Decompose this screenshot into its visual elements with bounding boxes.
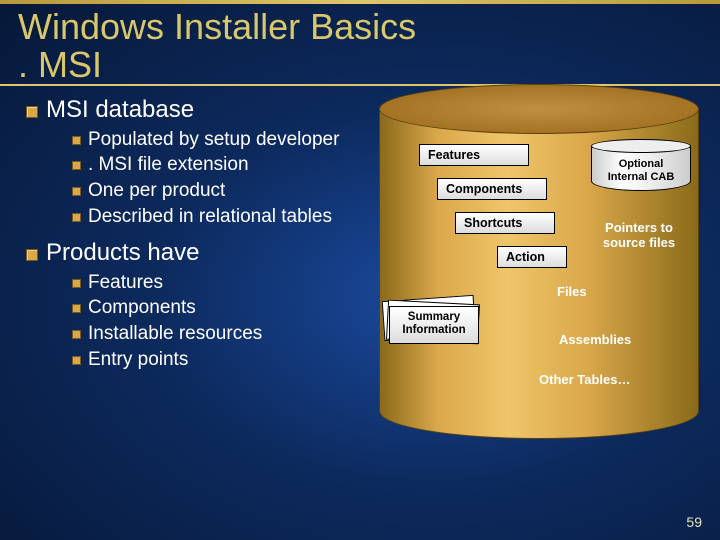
summary-line1: Summary [408, 311, 460, 323]
mini-cyl-body: Optional Internal CAB [591, 147, 691, 191]
bullet-h1-text: MSI database [46, 96, 194, 123]
pointers-line1: Pointers to [605, 220, 673, 235]
sub-bullet: Populated by setup developer [72, 128, 359, 152]
summary-line2: Information [402, 324, 465, 336]
slide-number: 59 [686, 514, 702, 530]
bullet-h2-text: Products have [46, 239, 199, 266]
box-action: Action [497, 246, 567, 268]
bullet-panel: MSI database Populated by setup develope… [14, 92, 359, 532]
label-assemblies: Assemblies [559, 332, 631, 347]
label-pointers: Pointers to source files [589, 220, 689, 251]
optional-line1: Optional [619, 158, 664, 171]
box-components: Components [437, 178, 547, 200]
sub-bullet: . MSI file extension [72, 153, 359, 177]
database-cylinder: Features Components Shortcuts Action Sum… [379, 84, 699, 464]
box-shortcuts: Shortcuts [455, 212, 555, 234]
internal-cab-cylinder: Optional Internal CAB [591, 139, 691, 191]
mini-cyl-top [591, 139, 691, 153]
box-summary-information: Summary Information [389, 306, 479, 344]
box-features: Features [419, 144, 529, 166]
label-files: Files [557, 284, 587, 299]
bullet-msi-database: MSI database Populated by setup develope… [26, 96, 359, 229]
sub-bullet: Components [72, 296, 359, 320]
diagram-panel: Features Components Shortcuts Action Sum… [359, 92, 706, 532]
accent-bar [0, 0, 720, 4]
optional-line2: Internal CAB [608, 171, 675, 184]
sub-bullet: One per product [72, 179, 359, 203]
sub-bullet: Installable resources [72, 322, 359, 346]
title-line-1: Windows Installer Basics [18, 6, 416, 47]
content-area: MSI database Populated by setup develope… [0, 92, 720, 532]
bullet-products-have: Products have Features Components Instal… [26, 239, 359, 372]
sub-bullet: Described in relational tables [72, 205, 359, 229]
title-line-2: . MSI [18, 44, 102, 85]
slide-title: Windows Installer Basics . MSI [0, 0, 720, 86]
label-other-tables: Other Tables… [539, 372, 631, 387]
cylinder-top [379, 84, 699, 134]
pointers-line2: source files [603, 235, 675, 250]
sub-bullet: Entry points [72, 348, 359, 372]
sub-bullet: Features [72, 271, 359, 295]
